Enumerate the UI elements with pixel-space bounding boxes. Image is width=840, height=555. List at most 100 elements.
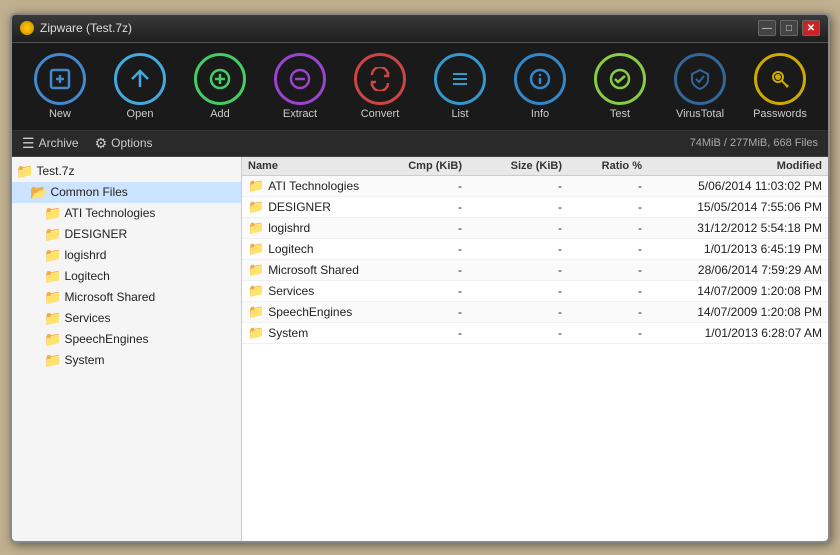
file-name: SpeechEngines — [268, 305, 352, 319]
tree-item-speechengines[interactable]: 📁 SpeechEngines — [12, 329, 241, 350]
tree-item-test7z[interactable]: 📁 Test.7z — [12, 161, 241, 182]
minimize-button[interactable]: — — [758, 20, 776, 36]
tree-label-test7z: Test.7z — [36, 164, 74, 178]
tree-label-logitech: Logitech — [64, 269, 109, 283]
table-row[interactable]: 📁 logishrd - - - 31/12/2012 5:54:18 PM — [242, 218, 828, 239]
options-menu-label: Options — [111, 136, 152, 150]
add-button[interactable]: Add — [182, 49, 258, 124]
tree-item-logishrd[interactable]: 📁 logishrd — [12, 245, 241, 266]
tree-item-designer[interactable]: 📁 DESIGNER — [12, 224, 241, 245]
archive-menu[interactable]: ☰ Archive — [22, 135, 79, 152]
table-row[interactable]: 📁 DESIGNER - - - 15/05/2014 7:55:06 PM — [242, 197, 828, 218]
list-icon — [434, 53, 486, 105]
small-folder-icon: 📁 — [248, 220, 264, 236]
open-button[interactable]: Open — [102, 49, 178, 124]
tree-item-logitech[interactable]: 📁 Logitech — [12, 266, 241, 287]
small-folder-icon: 📁 — [248, 262, 264, 278]
virustotal-icon — [674, 53, 726, 105]
add-label: Add — [210, 108, 230, 120]
file-name-cell: 📁 DESIGNER — [248, 199, 362, 215]
options-menu[interactable]: ⚙ Options — [95, 135, 153, 152]
file-size: - — [462, 326, 562, 340]
file-ratio: - — [562, 200, 642, 214]
file-status: 74MiB / 277MiB, 668 Files — [690, 137, 818, 149]
file-cmp: - — [362, 305, 462, 319]
table-row[interactable]: 📁 System - - - 1/01/2013 6:28:07 AM — [242, 323, 828, 344]
passwords-button[interactable]: Passwords — [742, 49, 818, 124]
test-button[interactable]: Test — [582, 49, 658, 124]
convert-button[interactable]: Convert — [342, 49, 418, 124]
folder-icon-speechengines: 📁 — [44, 331, 61, 348]
tree-label-designer: DESIGNER — [64, 227, 127, 241]
tree-label-ati: ATI Technologies — [64, 206, 155, 220]
open-label: Open — [127, 108, 154, 120]
tree-item-atitechnologies[interactable]: 📁 ATI Technologies — [12, 203, 241, 224]
file-cmp: - — [362, 200, 462, 214]
folder-icon-msshared: 📁 — [44, 289, 61, 306]
col-modified[interactable]: Modified — [642, 160, 822, 172]
toolbar: New Open Add — [12, 43, 828, 131]
tree-label-speechengines: SpeechEngines — [64, 332, 148, 346]
table-row[interactable]: 📁 Microsoft Shared - - - 28/06/2014 7:59… — [242, 260, 828, 281]
options-menu-icon: ⚙ — [95, 135, 108, 152]
file-ratio: - — [562, 284, 642, 298]
folder-icon-system: 📁 — [44, 352, 61, 369]
virustotal-button[interactable]: VirusTotal — [662, 49, 738, 124]
file-size: - — [462, 242, 562, 256]
file-size: - — [462, 179, 562, 193]
new-label: New — [49, 108, 71, 120]
file-cmp: - — [362, 263, 462, 277]
file-list[interactable]: Name Cmp (KiB) Size (KiB) Ratio % Modifi… — [242, 157, 828, 541]
archive-icon: 📁 — [16, 163, 33, 180]
tree-item-system[interactable]: 📁 System — [12, 350, 241, 371]
file-size: - — [462, 221, 562, 235]
tree-item-services[interactable]: 📁 Services — [12, 308, 241, 329]
info-label: Info — [531, 108, 549, 120]
close-button[interactable]: ✕ — [802, 20, 820, 36]
col-size[interactable]: Size (KiB) — [462, 160, 562, 172]
tree-item-microsoftshared[interactable]: 📁 Microsoft Shared — [12, 287, 241, 308]
file-name-cell: 📁 Logitech — [248, 241, 362, 257]
table-row[interactable]: 📁 Services - - - 14/07/2009 1:20:08 PM — [242, 281, 828, 302]
table-row[interactable]: 📁 SpeechEngines - - - 14/07/2009 1:20:08… — [242, 302, 828, 323]
table-row[interactable]: 📁 Logitech - - - 1/01/2013 6:45:19 PM — [242, 239, 828, 260]
file-tree[interactable]: 📁 Test.7z 📂 Common Files 📁 ATI Technolog… — [12, 157, 242, 541]
new-button[interactable]: New — [22, 49, 98, 124]
list-label: List — [451, 108, 468, 120]
file-ratio: - — [562, 263, 642, 277]
list-button[interactable]: List — [422, 49, 498, 124]
table-row[interactable]: 📁 ATI Technologies - - - 5/06/2014 11:03… — [242, 176, 828, 197]
tree-label-commonfiles: Common Files — [50, 185, 127, 199]
file-modified: 14/07/2009 1:20:08 PM — [642, 284, 822, 298]
file-name: Services — [268, 284, 314, 298]
file-ratio: - — [562, 326, 642, 340]
col-ratio[interactable]: Ratio % — [562, 160, 642, 172]
titlebar: Zipware (Test.7z) — □ ✕ — [12, 15, 828, 43]
archive-menu-label: Archive — [39, 136, 79, 150]
small-folder-icon: 📁 — [248, 283, 264, 299]
file-name: Logitech — [268, 242, 313, 256]
convert-icon — [354, 53, 406, 105]
info-button[interactable]: Info — [502, 49, 578, 124]
file-list-header: Name Cmp (KiB) Size (KiB) Ratio % Modifi… — [242, 157, 828, 176]
small-folder-icon: 📁 — [248, 199, 264, 215]
file-modified: 1/01/2013 6:28:07 AM — [642, 326, 822, 340]
file-name: ATI Technologies — [268, 179, 359, 193]
file-rows: 📁 ATI Technologies - - - 5/06/2014 11:03… — [242, 176, 828, 344]
file-cmp: - — [362, 284, 462, 298]
maximize-button[interactable]: □ — [780, 20, 798, 36]
file-modified: 1/01/2013 6:45:19 PM — [642, 242, 822, 256]
menubar: ☰ Archive ⚙ Options 74MiB / 277MiB, 668 … — [12, 131, 828, 157]
convert-label: Convert — [361, 108, 400, 120]
file-name-cell: 📁 SpeechEngines — [248, 304, 362, 320]
extract-icon — [274, 53, 326, 105]
tree-item-commonfiles[interactable]: 📂 Common Files — [12, 182, 241, 203]
file-name: logishrd — [268, 221, 310, 235]
file-name-cell: 📁 Services — [248, 283, 362, 299]
file-name: System — [268, 326, 308, 340]
col-cmp[interactable]: Cmp (KiB) — [362, 160, 462, 172]
extract-button[interactable]: Extract — [262, 49, 338, 124]
tree-label-system: System — [64, 353, 104, 367]
col-name[interactable]: Name — [248, 160, 362, 172]
file-name-cell: 📁 ATI Technologies — [248, 178, 362, 194]
